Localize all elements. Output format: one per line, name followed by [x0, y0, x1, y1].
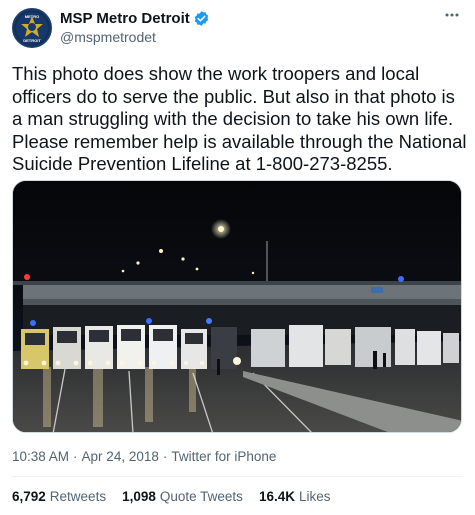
avatar-text-bottom: DETROIT [23, 38, 41, 43]
msp-badge-icon: METRO DETROIT [16, 12, 48, 44]
quote-tweets-count: 1,098 [122, 489, 156, 504]
divider [12, 476, 463, 477]
tweet-source[interactable]: Twitter for iPhone [171, 449, 276, 464]
retweets-label: Retweets [49, 489, 107, 504]
verified-badge-icon [193, 10, 210, 27]
more-options-icon[interactable] [443, 6, 461, 29]
avatar-text-top: METRO [25, 14, 39, 19]
author-display-name[interactable]: MSP Metro Detroit [60, 10, 190, 27]
meta-separator: · [162, 449, 168, 464]
author-name-row[interactable]: MSP Metro Detroit [60, 10, 210, 27]
meta-separator: · [73, 449, 78, 464]
highway-trucks-photo [13, 181, 461, 432]
quote-tweets-label: Quote Tweets [159, 489, 243, 504]
author-handle[interactable]: @mspmetrodet [60, 29, 156, 45]
tweet-date[interactable]: Apr 24, 2018 [82, 449, 159, 464]
tweet-photo[interactable] [12, 180, 462, 433]
likes-stat[interactable]: 16.4K Likes [259, 489, 331, 504]
retweets-count: 6,792 [12, 489, 46, 504]
likes-count: 16.4K [258, 489, 295, 504]
avatar[interactable]: METRO DETROIT [12, 8, 52, 48]
tweet-text: This photo does show the work troopers a… [12, 63, 467, 174]
engagement-stats: 6,792 Retweets 1,098 Quote Tweets 16.4K … [12, 489, 330, 504]
tweet-time[interactable]: 10:38 AM [12, 449, 69, 464]
likes-label: Likes [298, 489, 331, 504]
retweets-stat[interactable]: 6,792 Retweets [12, 489, 106, 504]
quote-tweets-stat[interactable]: 1,098 Quote Tweets [122, 489, 243, 504]
tweet-metadata: 10:38 AM · Apr 24, 2018 · Twitter for iP… [12, 449, 276, 464]
